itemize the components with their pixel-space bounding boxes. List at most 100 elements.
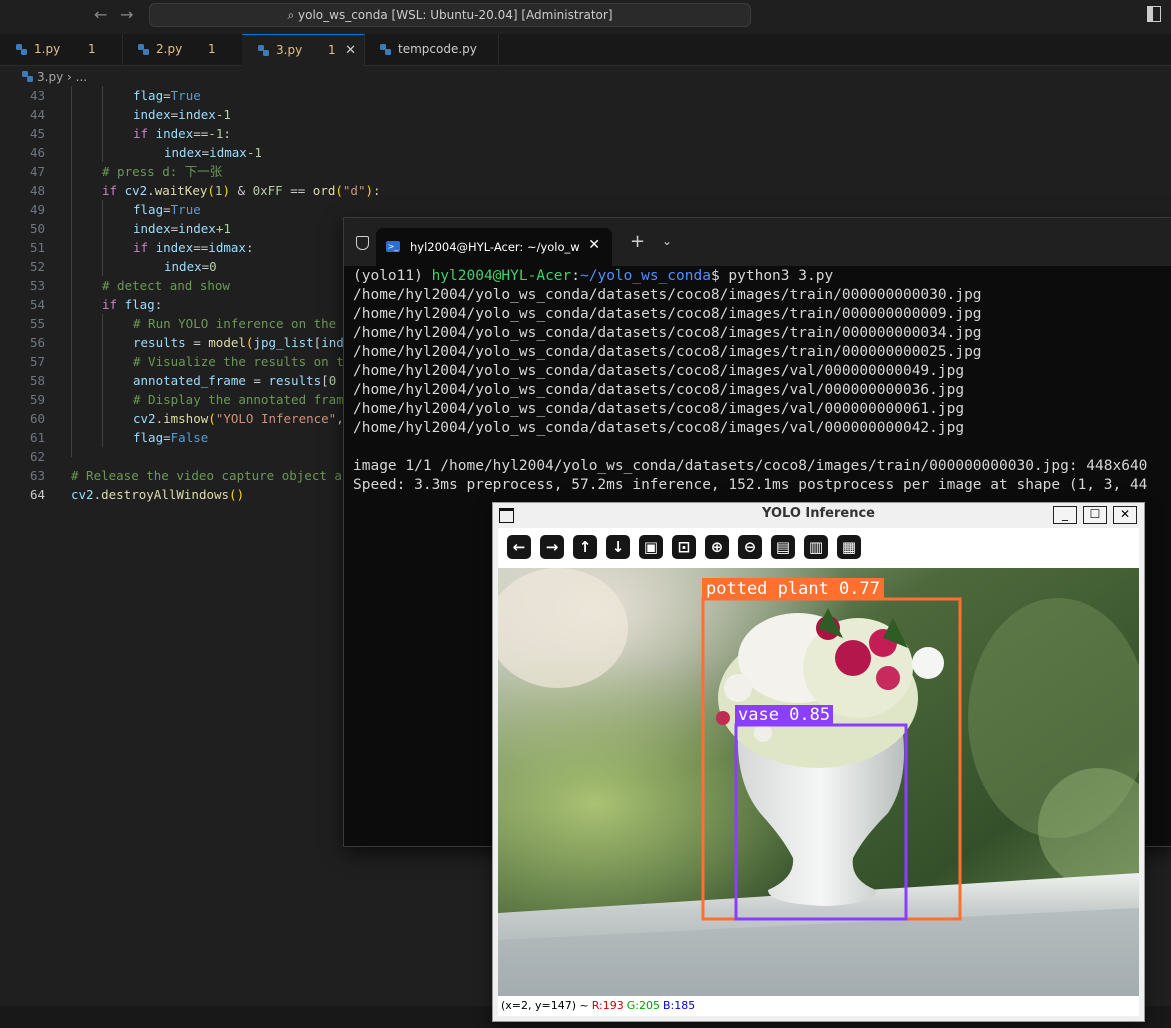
terminal-line: /home/hyl2004/yolo_ws_conda/datasets/coc… <box>353 306 982 322</box>
terminal-line: /home/hyl2004/yolo_ws_conda/datasets/coc… <box>353 401 965 417</box>
back-arrow-icon[interactable]: ← <box>94 5 107 24</box>
python-file-icon <box>138 44 149 55</box>
close-button[interactable]: ✕ <box>1113 506 1137 524</box>
python-file-icon <box>380 44 391 55</box>
window-title: YOLO Inference <box>762 506 875 521</box>
tab-1py[interactable]: 1.py 1 <box>0 34 123 65</box>
code-line: if flag: <box>102 297 163 312</box>
line-number: 59 <box>29 392 45 407</box>
terminal-line: /home/hyl2004/yolo_ws_conda/datasets/coc… <box>353 287 982 303</box>
new-tab-plus-icon[interactable]: + <box>630 231 645 252</box>
pan-right-button[interactable]: → <box>540 535 564 559</box>
line-number: 44 <box>29 107 45 122</box>
pan-left-button[interactable]: ← <box>507 535 531 559</box>
blue-value: B:185 <box>663 999 696 1012</box>
line-number: 58 <box>29 373 45 388</box>
maximize-button[interactable]: ☐ <box>1083 506 1107 524</box>
zoom-in-icon[interactable]: ⊕ <box>705 535 729 559</box>
chevron-right-icon: › <box>67 70 72 84</box>
command-center-search[interactable]: ⌕ yolo_ws_conda [WSL: Ubuntu-20.04] [Adm… <box>149 3 751 27</box>
python-file-icon <box>22 71 33 82</box>
forward-arrow-icon[interactable]: → <box>120 5 133 24</box>
code-line: cv2.destroyAllWindows() <box>71 487 245 502</box>
python-file-icon <box>258 45 269 56</box>
code-line: flag=True <box>133 202 201 217</box>
pixel-info-status: (x=2, y=147) ~ R:193 G:205 B:185 <box>498 996 1139 1016</box>
title-bar: ← → ⌕ yolo_ws_conda [WSL: Ubuntu-20.04] … <box>0 0 1171 30</box>
tab-label: 3.py <box>276 43 303 57</box>
detection-label-potted-plant: potted plant 0.77 <box>702 578 884 600</box>
image-icon[interactable]: ▣ <box>639 535 663 559</box>
tab-tempcode[interactable]: tempcode.py <box>364 34 499 65</box>
tab-label: 1.py <box>34 42 61 56</box>
terminal-line: /home/hyl2004/yolo_ws_conda/datasets/coc… <box>353 344 982 360</box>
minimize-button[interactable]: _ <box>1053 506 1077 524</box>
code-line: if index==idmax: <box>133 240 254 255</box>
breadcrumb-file[interactable]: 3.py <box>37 70 63 84</box>
terminal-line: /home/hyl2004/yolo_ws_conda/datasets/coc… <box>353 382 965 398</box>
indent-guide <box>102 200 103 276</box>
close-icon[interactable]: ✕ <box>588 237 600 253</box>
code-line: flag=True <box>133 88 201 103</box>
line-number: 57 <box>29 354 45 369</box>
problem-count: 1 <box>208 42 216 56</box>
line-number: 62 <box>29 449 45 464</box>
save-icon[interactable]: ▤ <box>771 535 795 559</box>
shield-icon <box>356 236 369 250</box>
line-number: 52 <box>29 259 45 274</box>
code-line: index=idmax-1 <box>164 145 262 160</box>
image-search-icon[interactable]: ⊡ <box>672 535 696 559</box>
green-value: G:205 <box>626 999 660 1012</box>
terminal-line: Speed: 3.3ms preprocess, 57.2ms inferenc… <box>353 477 1148 493</box>
tab-label: tempcode.py <box>398 42 477 56</box>
code-comment: # press d: 下一张 <box>102 164 223 179</box>
toggle-sidebar-icon[interactable] <box>1147 6 1161 22</box>
line-number: 60 <box>29 411 45 426</box>
code-comment: # Run YOLO inference on the <box>133 316 337 331</box>
terminal-prompt-line: (yolo11) hyl2004@HYL-Acer:~/yolo_ws_cond… <box>353 268 834 284</box>
properties-icon[interactable]: ▦ <box>837 535 861 559</box>
code-line: annotated_frame = results[0 <box>133 373 337 388</box>
pan-down-button[interactable]: ↓ <box>606 535 630 559</box>
tab-3py[interactable]: 3.py 1 ✕ <box>242 34 365 66</box>
tab-2py[interactable]: 2.py 1 <box>122 34 243 65</box>
code-comment: # Visualize the results on t <box>133 354 344 369</box>
pan-up-button[interactable]: ↑ <box>573 535 597 559</box>
terminal-line: /home/hyl2004/yolo_ws_conda/datasets/coc… <box>353 325 982 341</box>
chevron-down-icon[interactable]: ⌄ <box>662 234 672 248</box>
vase-photo <box>498 568 1139 996</box>
zoom-out-icon[interactable]: ⊖ <box>738 535 762 559</box>
yolo-inference-window[interactable]: YOLO Inference _ ☐ ✕ ← → ↑ ↓ ▣ ⊡ ⊕ ⊖ ▤ ▥… <box>492 502 1145 1022</box>
inference-image[interactable]: potted plant 0.77 vase 0.85 <box>498 568 1139 996</box>
terminal-tab[interactable]: >_ hyl2004@HYL-Acer: ~/yolo_w ✕ <box>376 228 612 266</box>
terminal-tab-title: hyl2004@HYL-Acer: ~/yolo_w <box>410 240 580 254</box>
breadcrumb[interactable]: 3.py › ... <box>22 67 87 87</box>
terminal-line: image 1/1 /home/hyl2004/yolo_ws_conda/da… <box>353 458 1148 474</box>
code-line: flag=False <box>133 430 209 445</box>
command-center-label: yolo_ws_conda [WSL: Ubuntu-20.04] [Admin… <box>298 8 613 22</box>
close-tab-icon[interactable]: ✕ <box>345 35 356 66</box>
tab-label: 2.py <box>156 42 183 56</box>
search-icon: ⌕ <box>287 8 299 22</box>
code-comment: # Release the video capture object a <box>71 468 342 483</box>
detection-label-vase: vase 0.85 <box>735 705 834 726</box>
code-line: index=0 <box>164 259 217 274</box>
indent-guide <box>102 314 103 447</box>
indent-guide <box>71 86 72 457</box>
problem-count: 1 <box>328 43 336 57</box>
line-number: 51 <box>29 240 45 255</box>
problem-count: 1 <box>88 42 96 56</box>
line-number: 55 <box>29 316 45 331</box>
editor-tab-bar: 1.py 1 2.py 1 3.py 1 ✕ tempcode.py <box>0 34 1171 66</box>
image-toolbar: ← → ↑ ↓ ▣ ⊡ ⊕ ⊖ ▤ ▥ ▦ <box>498 528 1139 568</box>
window-title-bar[interactable]: YOLO Inference _ ☐ ✕ <box>493 503 1144 526</box>
powershell-icon: >_ <box>386 241 400 252</box>
code-line: if cv2.waitKey(1) & 0xFF == ord("d"): <box>102 183 381 198</box>
clipboard-icon[interactable]: ▥ <box>804 535 828 559</box>
terminal-line: /home/hyl2004/yolo_ws_conda/datasets/coc… <box>353 420 965 436</box>
terminal-tab-bar: >_ hyl2004@HYL-Acer: ~/yolo_w ✕ + ⌄ <box>344 218 1171 266</box>
code-line: index=index+1 <box>133 221 231 236</box>
breadcrumb-rest[interactable]: ... <box>76 70 87 84</box>
python-file-icon <box>16 44 27 55</box>
